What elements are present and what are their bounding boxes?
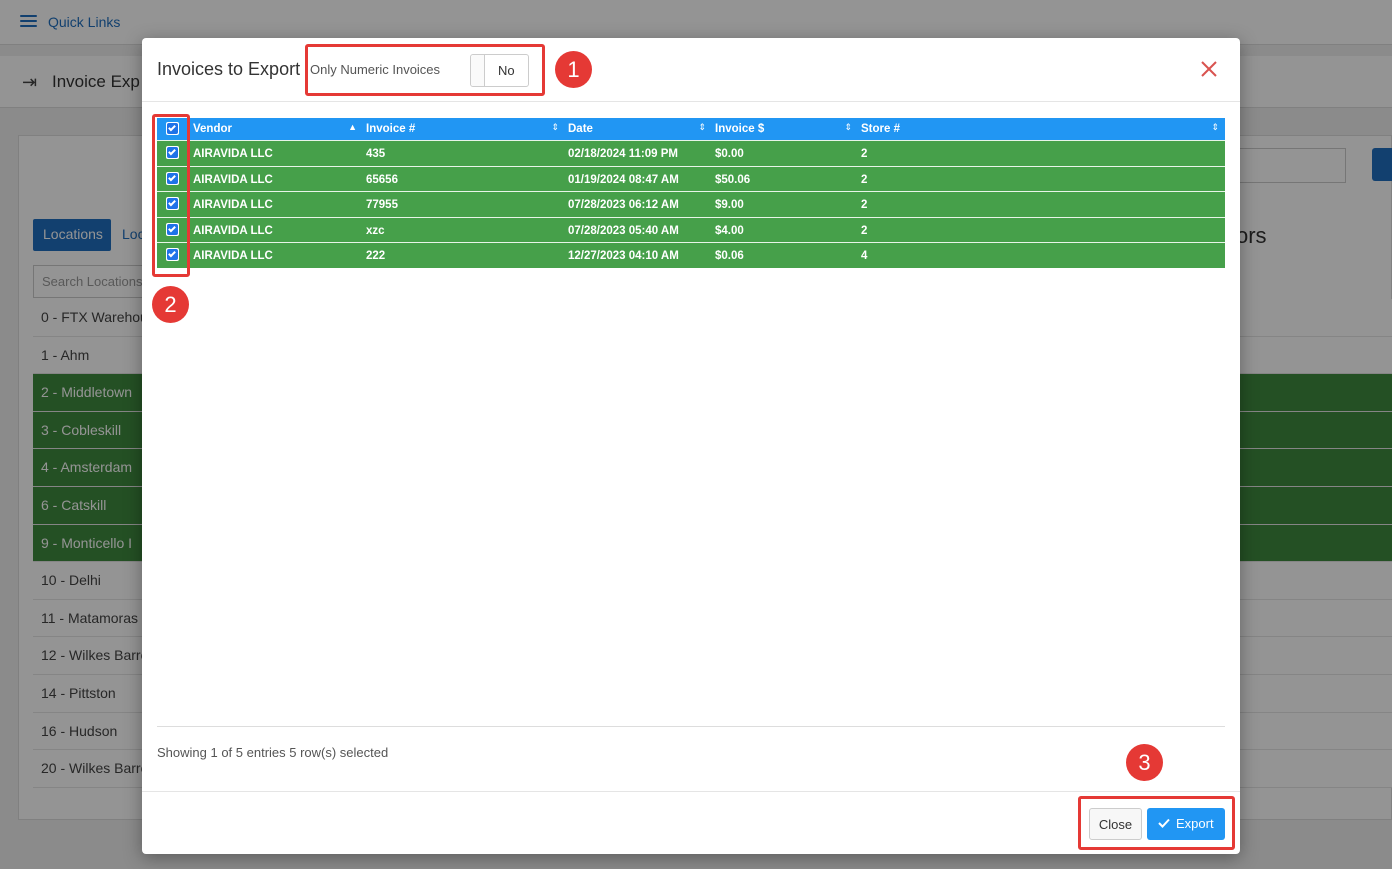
cell-date: 07/28/2023 06:12 AM	[568, 199, 679, 212]
sort-icon: ⇕	[1211, 122, 1219, 132]
column-store-label: Store #	[861, 123, 900, 135]
table-row[interactable]: AIRAVIDA LLC 77955 07/28/2023 06:12 AM $9.0…	[157, 191, 1225, 217]
sort-icon: ⇕	[844, 122, 852, 132]
cell-store: 2	[861, 148, 868, 160]
cell-store: 2	[861, 224, 868, 237]
status-text: Showing 1 of 5 entries 5 row(s) selected	[157, 745, 389, 760]
annotation-box-3	[1078, 796, 1235, 850]
column-vendor-label: Vendor	[193, 123, 232, 135]
cell-vendor: AIRAVIDA LLC	[193, 199, 273, 212]
cell-vendor: AIRAVIDA LLC	[193, 148, 273, 160]
cell-invoice: 435	[366, 148, 386, 160]
annotation-badge-2: 2	[152, 286, 189, 323]
cell-amount: $50.06	[715, 173, 751, 186]
cell-date: 01/19/2024 08:47 AM	[568, 173, 679, 186]
invoices-export-modal: Invoices to Export Only Numeric Invoices…	[142, 38, 1240, 854]
cell-date: 12/27/2023 04:10 AM	[568, 250, 679, 263]
cell-vendor: AIRAVIDA LLC	[193, 173, 273, 186]
cell-amount: $9.00	[715, 199, 744, 212]
table-row[interactable]: AIRAVIDA LLC 65656 01/19/2024 08:47 AM $50.…	[157, 165, 1225, 192]
grid-body: AIRAVIDA LLC 435 02/18/2024 11:09 PM $0.00 2…	[157, 140, 1225, 268]
column-store[interactable]: Store # ⇕	[858, 118, 1225, 140]
table-row[interactable]: AIRAVIDA LLC xzc 07/28/2023 05:40 AM $4.00 2	[157, 216, 1225, 243]
cell-amount: $0.00	[715, 148, 744, 160]
cell-store: 2	[861, 173, 868, 186]
cell-store: 4	[861, 250, 868, 263]
annotation-badge-1: 1	[555, 51, 592, 88]
sort-icon: ⇕	[551, 122, 559, 132]
cell-vendor: AIRAVIDA LLC	[193, 250, 273, 263]
cell-amount: $4.00	[715, 224, 744, 237]
cell-date: 02/18/2024 11:09 PM	[568, 148, 678, 160]
annotation-badge-3: 3	[1126, 744, 1163, 781]
cell-amount: $0.06	[715, 250, 744, 263]
column-amount-label: Invoice $	[715, 123, 765, 135]
column-date-label: Date	[568, 123, 593, 135]
sort-icon: ⇕	[698, 122, 706, 132]
sort-asc-icon: ▲	[348, 122, 357, 132]
table-row[interactable]: AIRAVIDA LLC 435 02/18/2024 11:09 PM $0.00 2	[157, 140, 1225, 166]
cell-store: 2	[861, 199, 868, 212]
cell-invoice: 65656	[366, 173, 398, 186]
cell-date: 07/28/2023 05:40 AM	[568, 224, 679, 237]
cell-invoice: 77955	[366, 199, 398, 212]
annotation-box-1	[305, 44, 545, 96]
table-row[interactable]: AIRAVIDA LLC 222 12/27/2023 04:10 AM $0.06 4	[157, 242, 1225, 268]
cell-vendor: AIRAVIDA LLC	[193, 224, 273, 237]
column-vendor[interactable]: Vendor ▲	[190, 118, 363, 140]
invoice-grid: Vendor ▲ Invoice # ⇕ Date ⇕ Invoice $ ⇕ …	[157, 118, 1225, 268]
close-icon[interactable]	[1198, 58, 1220, 80]
column-invoice[interactable]: Invoice # ⇕	[363, 118, 565, 140]
modal-footer: Close Export	[142, 791, 1240, 854]
grid-footer-divider	[157, 726, 1225, 727]
cell-invoice: 222	[366, 250, 386, 263]
grid-header: Vendor ▲ Invoice # ⇕ Date ⇕ Invoice $ ⇕ …	[157, 118, 1225, 140]
modal-title: Invoices to Export	[157, 59, 301, 79]
column-invoice-label: Invoice #	[366, 123, 416, 135]
cell-invoice: xzc	[366, 224, 385, 237]
column-amount[interactable]: Invoice $ ⇕	[712, 118, 858, 140]
column-date[interactable]: Date ⇕	[565, 118, 712, 140]
